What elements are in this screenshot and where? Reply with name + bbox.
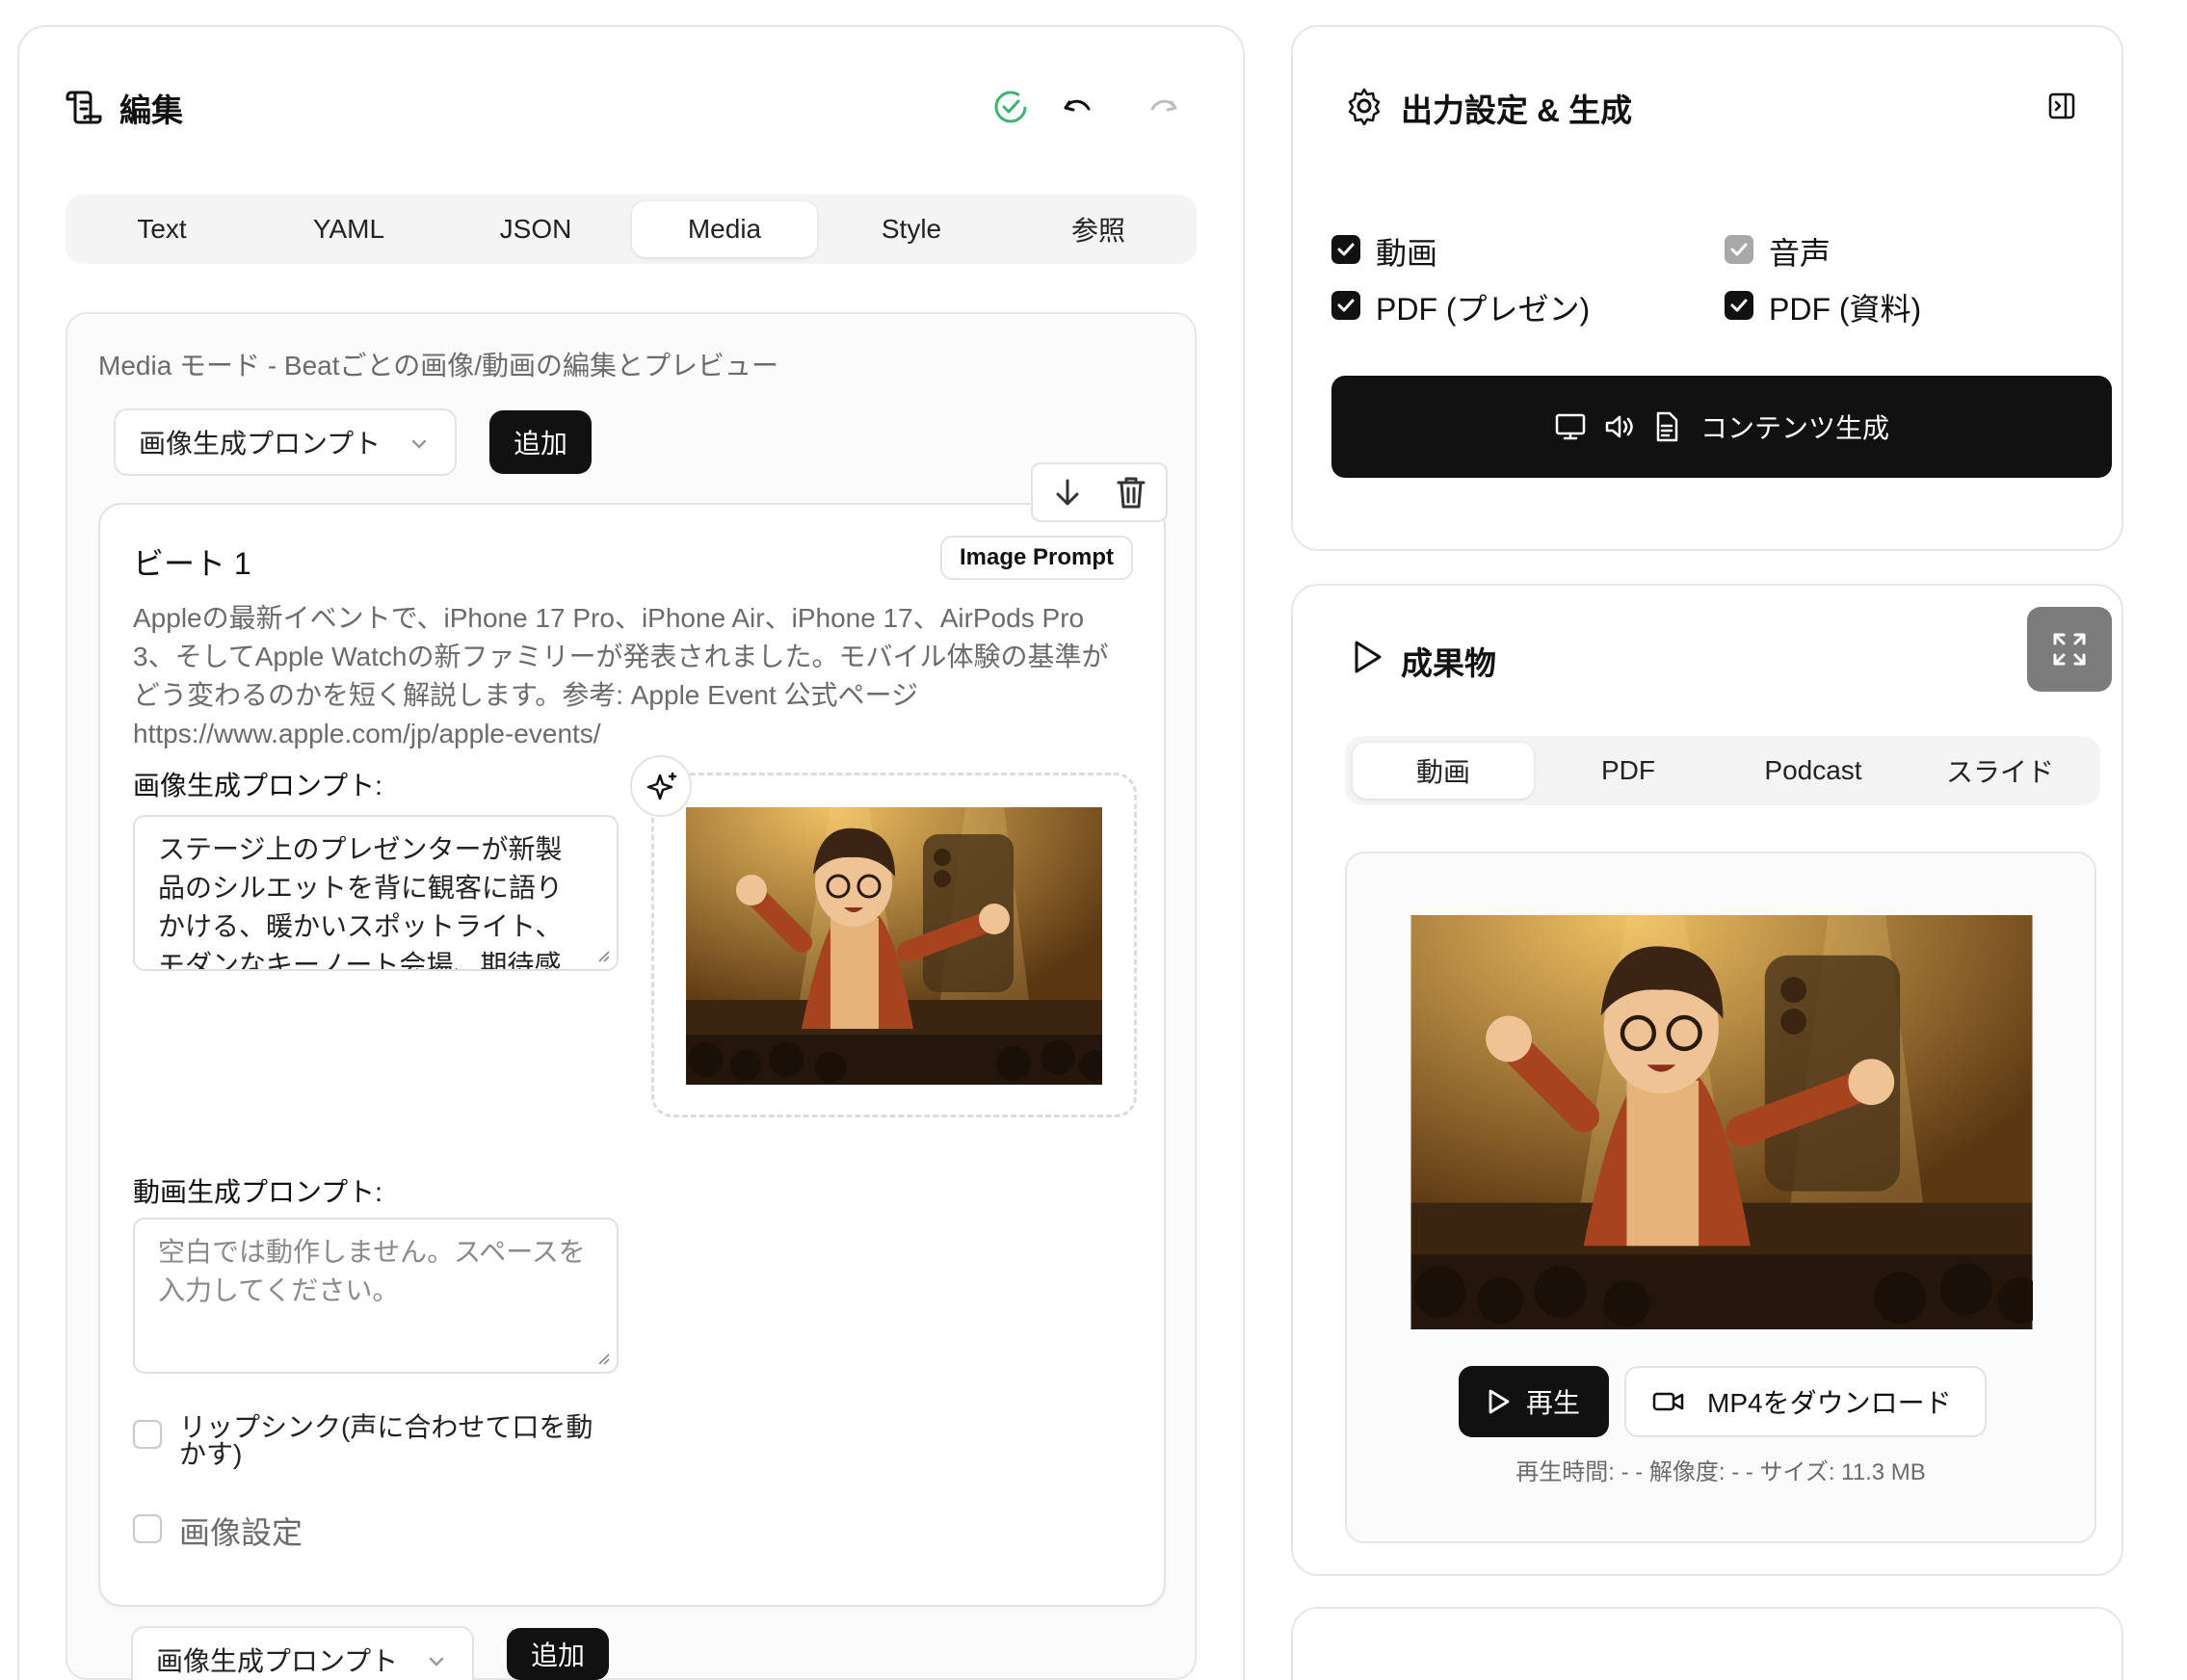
video-camera-icon: [1652, 1392, 1684, 1411]
result-tabbar: 動画 PDF Podcast スライド: [1345, 736, 2100, 805]
option-video-label: 動画: [1376, 236, 1438, 271]
redo-icon[interactable]: [1145, 89, 1181, 125]
option-pdf-document-checkbox[interactable]: [1725, 291, 1753, 320]
gear-icon: [1348, 88, 1381, 125]
expand-button[interactable]: [2027, 607, 2112, 692]
image-prompt-line: モダンなキーノート会場、期待感: [158, 950, 562, 971]
resize-handle-icon[interactable]: [595, 1351, 611, 1366]
option-audio-checkbox[interactable]: [1725, 235, 1753, 264]
check-circle-icon[interactable]: [992, 89, 1029, 125]
beat-text: Appleの最新イベントで、iPhone 17 Pro、iPhone Air、i…: [133, 599, 1154, 753]
result-title: 成果物: [1401, 645, 1496, 681]
result-tab-video[interactable]: 動画: [1353, 743, 1534, 799]
check-icon: [1730, 299, 1748, 312]
chevron-down-icon: [411, 439, 427, 449]
next-panel: [1291, 1607, 2123, 1680]
tab-style[interactable]: Style: [823, 201, 1000, 257]
beat-image-thumbnail: [686, 807, 1102, 1085]
result-tab-pdf[interactable]: PDF: [1538, 743, 1719, 799]
generate-content-button[interactable]: コンテンツ生成: [1331, 376, 2112, 478]
next-media-type-select[interactable]: 画像生成プロンプト: [131, 1626, 474, 1680]
option-pdf-presentation-label: PDF (プレゼン): [1376, 292, 1591, 327]
chevron-down-icon: [429, 1657, 444, 1667]
image-prompt-badge: Image Prompt: [940, 536, 1133, 580]
video-prompt-placeholder-line: 空白では動作しません。スペースを: [158, 1237, 586, 1267]
play-label: 再生: [1526, 1388, 1581, 1418]
play-icon: [1355, 641, 1382, 673]
video-prompt-placeholder-line: 入力してください。: [158, 1275, 400, 1305]
resize-handle-icon[interactable]: [595, 948, 611, 963]
media-type-select-value: 画像生成プロンプト: [139, 429, 382, 459]
video-meta: 再生時間: - - 解像度: - - サイズ: 11.3 MB: [1515, 1459, 1926, 1485]
option-pdf-presentation-checkbox[interactable]: [1331, 291, 1360, 320]
option-audio-label: 音声: [1769, 236, 1831, 271]
trash-icon[interactable]: [1114, 474, 1148, 511]
image-settings-label: 画像設定: [179, 1515, 303, 1550]
image-prompt-line: 品のシルエットを背に観客に語り: [158, 873, 564, 903]
monitor-icon: [1555, 413, 1586, 440]
tab-text[interactable]: Text: [73, 201, 250, 257]
list-edit-icon: [66, 91, 102, 124]
expand-icon: [2053, 633, 2086, 666]
video-prompt-label: 動画生成プロンプト:: [133, 1177, 382, 1207]
editor-tabbar: Text YAML JSON Media Style 参照: [66, 195, 1197, 264]
result-tab-podcast[interactable]: Podcast: [1723, 743, 1904, 799]
media-mode-description: Media モード - Beatごとの画像/動画の編集とプレビュー: [98, 351, 779, 381]
check-icon: [1337, 243, 1355, 256]
beat-text-line: 3、そしてApple Watchの新ファミリーが発表されました。モバイル体験の基…: [133, 642, 1109, 671]
speaker-icon: [1605, 415, 1633, 438]
arrow-down-icon[interactable]: [1050, 476, 1085, 511]
generate-content-label: コンテンツ生成: [1700, 413, 1889, 443]
beat-text-line: Appleの最新イベントで、iPhone 17 Pro、iPhone Air、i…: [133, 603, 1085, 633]
download-mp4-label: MP4をダウンロード: [1707, 1388, 1952, 1418]
sidebar-collapse-icon[interactable]: [2046, 91, 2077, 121]
add-media-button[interactable]: 追加: [489, 410, 592, 474]
image-prompt-textarea[interactable]: ステージ上のプレゼンターが新製 品のシルエットを背に観客に語り かける、暖かいス…: [133, 815, 619, 971]
image-prompt-label: 画像生成プロンプト:: [133, 771, 382, 801]
beat-text-line: どう変わるのかを短く解説します。参考: Apple Event 公式ページ: [133, 680, 918, 710]
result-tab-slides[interactable]: スライド: [1908, 743, 2093, 799]
next-media-type-select-value: 画像生成プロンプト: [156, 1646, 399, 1676]
sparkle-icon: [646, 772, 677, 801]
image-prompt-line: ステージ上のプレゼンターが新製: [158, 834, 563, 864]
check-icon: [1730, 243, 1748, 256]
lipsync-checkbox[interactable]: [133, 1420, 162, 1449]
option-pdf-document-label: PDF (資料): [1769, 292, 1922, 327]
video-preview-image[interactable]: [1410, 915, 2033, 1329]
lipsync-label-line: かす): [179, 1439, 243, 1469]
output-settings-title: 出力設定 & 生成: [1401, 92, 1633, 128]
undo-icon[interactable]: [1060, 89, 1096, 125]
play-button[interactable]: 再生: [1459, 1366, 1609, 1437]
download-mp4-button[interactable]: MP4をダウンロード: [1624, 1366, 1987, 1437]
lipsync-label-line: リップシンク(声に合わせて口を動: [179, 1412, 593, 1442]
tab-reference[interactable]: 参照: [1010, 201, 1187, 257]
tab-media[interactable]: Media: [632, 201, 817, 257]
document-icon: [1656, 411, 1678, 442]
lipsync-label: リップシンク(声に合わせて口を動 かす): [179, 1414, 593, 1468]
play-icon: [1489, 1389, 1510, 1414]
image-settings-checkbox[interactable]: [133, 1514, 162, 1543]
beat-card-tools: [1031, 462, 1168, 522]
image-prompt-line: かける、暖かいスポットライト、: [158, 911, 563, 941]
beat-title: ビート 1: [133, 546, 251, 581]
media-type-select[interactable]: 画像生成プロンプト: [114, 408, 457, 476]
sparkle-button[interactable]: [630, 755, 692, 817]
option-video-checkbox[interactable]: [1331, 235, 1360, 264]
next-add-media-button[interactable]: 追加: [507, 1628, 609, 1680]
tab-json[interactable]: JSON: [447, 201, 624, 257]
video-prompt-textarea[interactable]: 空白では動作しません。スペースを 入力してください。: [133, 1218, 619, 1374]
tab-yaml[interactable]: YAML: [260, 201, 437, 257]
beat-text-line: https://www.apple.com/jp/apple-events/: [133, 719, 601, 748]
editor-title: 編集: [119, 92, 183, 128]
check-icon: [1337, 299, 1355, 312]
